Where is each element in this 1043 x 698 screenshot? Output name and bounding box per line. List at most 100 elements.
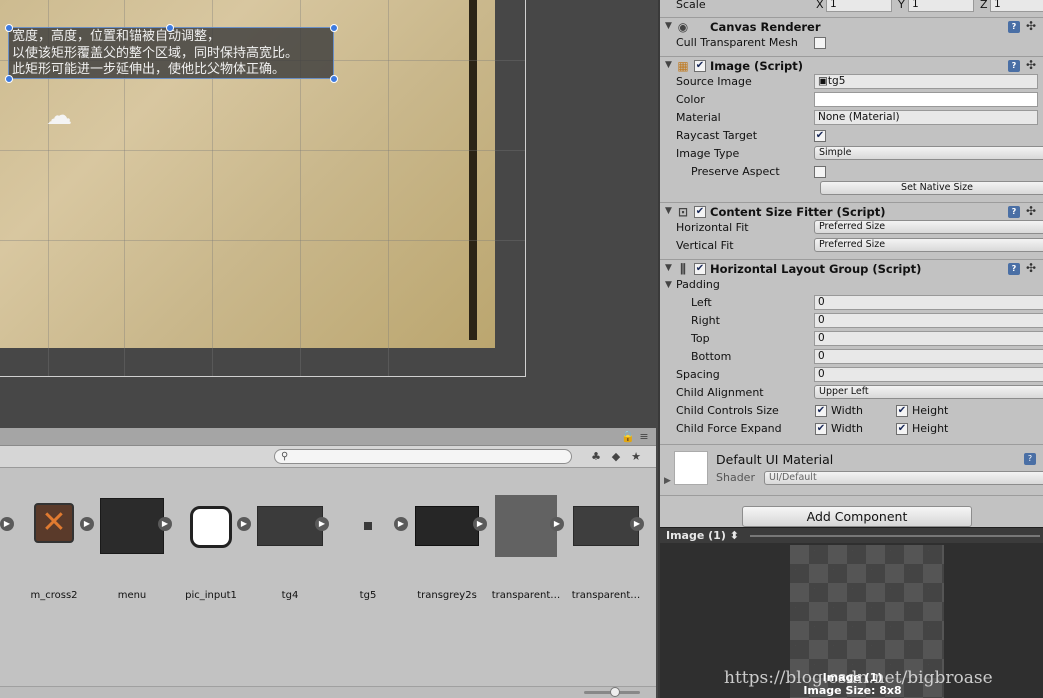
rect-handle-bl[interactable] (5, 75, 13, 83)
expand-arrow-icon[interactable]: ▶ (315, 517, 329, 531)
help-icon[interactable]: ? (1008, 206, 1020, 218)
rect-tooltip: 宽度，高度，位置和锚被自动调整， 以使该矩形覆盖父的整个区域，同时保持高宽比。 … (8, 27, 334, 79)
foldout-arrow-icon[interactable]: ▼ (665, 60, 672, 70)
zoom-slider[interactable] (584, 687, 640, 697)
controls-height-checkbox[interactable]: ✔ (896, 405, 908, 417)
preserve-row: Preserve Aspect (660, 163, 1043, 181)
expand-arrow-icon[interactable]: ▶ (0, 517, 14, 531)
set-native-size-button[interactable]: Set Native Size (820, 181, 1043, 195)
help-icon[interactable]: ? (1008, 21, 1020, 33)
rect-handle-tl[interactable] (5, 24, 13, 32)
scene-scrollbar[interactable] (646, 0, 656, 428)
enable-checkbox[interactable]: ✔ (694, 206, 706, 218)
expand-width-checkbox[interactable]: ✔ (815, 423, 827, 435)
help-icon[interactable]: ? (1024, 453, 1036, 465)
source-image-field[interactable]: ▣tg5 (814, 74, 1038, 89)
filter-type-icon[interactable]: ♣ (588, 449, 604, 464)
expand-arrow-icon[interactable]: ▶ (158, 517, 172, 531)
help-icon[interactable]: ? (1008, 60, 1020, 72)
scene-view[interactable]: 宽度，高度，位置和锚被自动调整， 以使该矩形覆盖父的整个区域，同时保持高宽比。 … (0, 0, 656, 428)
add-component-button[interactable]: Add Component (742, 506, 972, 527)
expand-arrow-icon[interactable]: ▶ (394, 517, 408, 531)
child-alignment-dropdown[interactable]: Upper Left (814, 385, 1043, 399)
gear-icon[interactable]: ✣ (1026, 19, 1036, 33)
width-label: Width (831, 422, 863, 435)
spacing-field[interactable]: 0 (814, 367, 1043, 382)
image-header[interactable]: ▼ ▦ ✔ Image (Script) ? ✣ (660, 56, 1043, 74)
canvas-renderer-header[interactable]: ▼ ◉ Canvas Renderer ? ✣ (660, 17, 1043, 35)
child-controls-row: Child Controls Size ✔ Width ✔ Height (660, 402, 1043, 420)
image-type-dropdown[interactable]: Simple (814, 146, 1043, 160)
rect-handle-tr[interactable] (330, 24, 338, 32)
asset-item[interactable]: transparent… (486, 495, 566, 601)
child-expand-row: Child Force Expand ✔ Width ✔ Height (660, 420, 1043, 438)
camera-gizmo-icon[interactable]: ☁ (46, 103, 72, 129)
foldout-arrow-icon[interactable]: ▼ (665, 21, 672, 31)
padding-top-label: Top (691, 332, 710, 345)
padding-top-field[interactable]: 0 (814, 331, 1043, 346)
scale-x-field[interactable]: 1 (826, 0, 892, 12)
scale-y-field[interactable]: 1 (908, 0, 974, 12)
asset-item[interactable]: menu (92, 498, 172, 601)
rect-handle-br[interactable] (330, 75, 338, 83)
material-field[interactable]: None (Material) (814, 110, 1038, 125)
expand-height-checkbox[interactable]: ✔ (896, 423, 908, 435)
zoom-slider-knob[interactable] (610, 687, 620, 697)
gear-icon[interactable]: ✣ (1026, 261, 1036, 275)
enable-checkbox[interactable]: ✔ (694, 263, 706, 275)
cull-checkbox[interactable] (814, 37, 826, 49)
image-thumbnail (364, 522, 372, 530)
x-label: X (816, 0, 824, 11)
preserve-aspect-checkbox[interactable] (814, 166, 826, 178)
asset-label: transparent… (571, 590, 641, 601)
source-image-row: Source Image ▣tg5 (660, 73, 1043, 91)
controls-width-checkbox[interactable]: ✔ (815, 405, 827, 417)
menu-icon[interactable]: ≡ (636, 429, 652, 444)
expand-arrow-icon[interactable]: ▶ (237, 517, 251, 531)
preview-title[interactable]: Image (1) ⬍ (666, 529, 739, 542)
raycast-checkbox[interactable]: ✔ (814, 130, 826, 142)
lock-icon[interactable]: 🔒 (620, 429, 636, 444)
drag-handle[interactable] (750, 535, 1040, 537)
hlg-header[interactable]: ▼ ⫼ ✔ Horizontal Layout Group (Script) ?… (660, 259, 1043, 277)
filter-label-icon[interactable]: ◆ (608, 449, 624, 464)
gear-icon[interactable]: ✣ (1026, 204, 1036, 218)
enable-checkbox[interactable]: ✔ (694, 60, 706, 72)
child-expand-label: Child Force Expand (676, 422, 782, 435)
padding-left-field[interactable]: 0 (814, 295, 1043, 310)
favorite-star-icon[interactable]: ★ (628, 449, 644, 464)
image-thumbnail (415, 506, 479, 546)
color-swatch[interactable] (814, 92, 1038, 107)
shader-dropdown[interactable]: UI/Default (764, 471, 1043, 485)
asset-item[interactable]: transparent… (566, 498, 646, 601)
vertical-fit-dropdown[interactable]: Preferred Size (814, 238, 1043, 252)
search-input[interactable]: ⚲ (274, 449, 572, 464)
expand-arrow-icon[interactable]: ▶ (473, 517, 487, 531)
help-icon[interactable]: ? (1008, 263, 1020, 275)
expand-arrow-icon[interactable]: ▶ (630, 517, 644, 531)
foldout-arrow-icon[interactable]: ▼ (665, 263, 672, 273)
asset-item[interactable]: pic_input1 (171, 498, 251, 601)
asset-item[interactable]: ✕ m_cross2 (14, 498, 94, 601)
foldout-arrow-icon[interactable]: ▶ (664, 476, 671, 486)
gear-icon[interactable]: ✣ (1026, 58, 1036, 72)
horizontal-layout-icon: ⫼ (680, 262, 686, 276)
foldout-arrow-icon[interactable]: ▼ (665, 206, 672, 216)
preview-caption-name: Image (1) (822, 671, 883, 684)
preview-header[interactable]: Image (1) ⬍ (660, 527, 1043, 543)
asset-item[interactable]: transgrey2s (407, 498, 487, 601)
asset-item[interactable]: tg5 (328, 498, 408, 601)
horizontal-fit-dropdown[interactable]: Preferred Size (814, 220, 1043, 234)
foldout-arrow-icon[interactable]: ▼ (665, 280, 672, 290)
scale-z-field[interactable]: 1 (990, 0, 1043, 12)
expand-arrow-icon[interactable]: ▶ (550, 517, 564, 531)
asset-item[interactable]: tg4 (250, 498, 330, 601)
horizontal-fit-label: Horizontal Fit (676, 221, 749, 234)
spacing-row: Spacing 0 (660, 366, 1043, 384)
inspector-panel: Scale X 1 Y 1 Z 1 ▼ ◉ Canvas Renderer ? … (658, 0, 1043, 698)
csf-header[interactable]: ▼ ⊡ ✔ Content Size Fitter (Script) ? ✣ (660, 202, 1043, 220)
rect-handle-top[interactable] (166, 24, 174, 32)
padding-right-field[interactable]: 0 (814, 313, 1043, 328)
padding-bottom-field[interactable]: 0 (814, 349, 1043, 364)
padding-row[interactable]: ▼ Padding (660, 276, 1043, 294)
